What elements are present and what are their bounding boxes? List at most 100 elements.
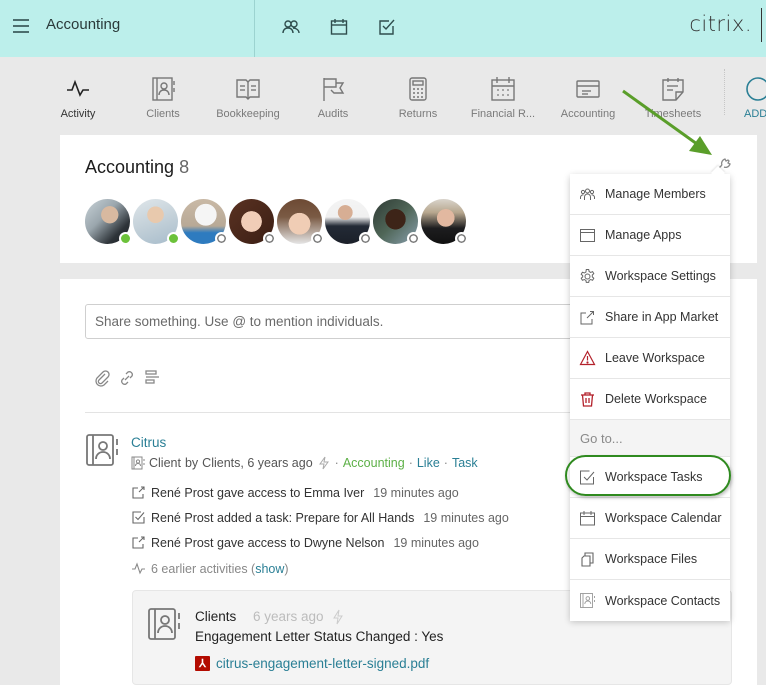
calendar-grid-icon [491,77,515,101]
avatar[interactable] [133,199,180,245]
menu-item-manage-apps[interactable]: Manage Apps [570,215,730,256]
avatar[interactable] [85,199,132,245]
hamburger-menu-icon[interactable] [13,19,29,33]
app-tab-label: Audits [317,108,349,120]
post-meta: Client by Clients, 6 years ago · Account… [131,456,478,470]
menu-item-label: Manage Members [605,187,706,201]
attachment-filename: citrus-engagement-letter-signed.pdf [216,656,430,671]
meta-separator: · [334,456,339,470]
citrix-logo: citrix. [689,12,752,36]
pdf-icon: ⅄ [195,656,210,671]
activity-time: 19 minutes ago [423,510,509,525]
add-app-label: ADD [744,108,766,120]
avatar[interactable] [325,199,372,245]
app-tab-label: Clients [146,108,180,120]
apps-bar: Activity Clients Bookkeeping Audits Retu… [0,57,766,129]
menu-item-workspace-files[interactable]: Workspace Files [570,539,730,580]
show-earlier-link[interactable]: show [255,562,284,576]
app-tab-activity[interactable]: Activity [36,75,120,120]
app-tab-clients[interactable]: Clients [121,75,205,120]
meta-separator: · [408,456,413,470]
menu-item-share-app-market[interactable]: Share in App Market [570,297,730,338]
avatar[interactable] [421,199,468,245]
like-link[interactable]: Like [417,456,440,470]
lightning-icon [333,609,343,625]
earlier-activities: 6 earlier activities (show) [131,561,289,576]
activity-text: René Prost gave access to Dwyne Nelson [151,535,385,550]
activity-text: René Prost gave access to Emma Iver [151,485,365,500]
app-tab-label: Returns [398,108,438,120]
status-offline-indicator [407,232,420,245]
task-check-icon [580,470,595,484]
app-tab-label: Accounting [560,108,616,120]
menu-item-workspace-settings[interactable]: Workspace Settings [570,256,730,297]
menu-item-label: Share in App Market [605,310,719,324]
add-circle-icon [746,77,766,101]
app-tab-financial-reports[interactable]: Financial R... [461,75,545,120]
app-tab-returns[interactable]: Returns [376,75,460,120]
post-type: Client [149,456,181,470]
card-icon [576,80,600,98]
post-by: by [184,456,199,470]
share-input[interactable] [85,304,605,339]
status-offline-indicator [455,232,468,245]
app-tab-label: Timesheets [644,108,702,120]
status-offline-indicator [359,232,372,245]
workspace-options-menu: Manage Members Manage Apps Workspace Set… [570,165,730,621]
text-format-icon[interactable] [143,369,161,387]
composer-toolbar [93,369,161,387]
task-link[interactable]: Task [452,456,478,470]
calendar-icon [580,510,595,525]
nested-post-time: 6 years ago [253,609,324,624]
status-online-indicator [167,232,180,245]
workspace-name-text: Accounting [85,157,175,177]
workspace-title: Accounting [46,16,121,33]
link-icon[interactable] [118,369,136,387]
post-title-link[interactable]: Citrus [131,435,166,450]
note-icon [662,78,684,101]
members-icon [580,188,595,200]
menu-item-workspace-calendar[interactable]: Workspace Calendar [570,498,730,539]
avatar[interactable] [277,199,324,245]
contacts-book-icon [580,593,595,608]
avatar[interactable] [229,199,276,245]
menu-item-label: Workspace Settings [605,269,716,283]
nested-post-text: Engagement Letter Status Changed : Yes [195,629,444,644]
member-count: 8 [179,157,190,177]
member-avatars [85,199,469,245]
calendar-icon[interactable] [329,17,349,37]
app-tab-bookkeeping[interactable]: Bookkeeping [206,75,290,120]
menu-item-workspace-tasks[interactable]: Workspace Tasks [570,457,730,498]
lightning-icon [318,456,329,470]
contacts-book-icon [86,434,118,466]
earlier-suffix: ) [284,561,289,576]
apps-separator [724,69,725,115]
app-tab-accounting[interactable]: Accounting [546,75,630,120]
app-tab-timesheets[interactable]: Timesheets [631,75,715,120]
avatar[interactable] [373,199,420,245]
warning-icon [579,349,596,365]
menu-item-label: Workspace Files [605,552,698,566]
tasks-icon[interactable] [377,17,397,37]
activity-text: René Prost added a task: Prepare for All… [151,510,415,525]
open-book-icon [236,79,260,100]
meta-separator: · [443,456,448,470]
workspace-name: Accounting 8 [85,157,189,178]
avatar[interactable] [181,199,228,245]
earlier-count: 6 earlier activities ( [151,561,256,576]
add-app-button[interactable]: ADD [744,75,766,120]
workspace-link[interactable]: Accounting [343,456,405,470]
menu-item-label: Workspace Tasks [605,470,703,484]
files-icon [581,551,594,567]
members-icon[interactable] [281,17,301,37]
menu-item-manage-members[interactable]: Manage Members [570,174,730,215]
post-source: Clients, 6 years ago [202,456,313,470]
attachment-icon[interactable] [93,369,111,387]
menu-item-workspace-contacts[interactable]: Workspace Contacts [570,580,730,621]
app-tab-label: Bookkeeping [216,108,280,120]
menu-item-delete-workspace[interactable]: Delete Workspace [570,379,730,420]
app-tab-audits[interactable]: Audits [291,75,375,120]
menu-item-label: Workspace Contacts [605,593,721,608]
attachment-link[interactable]: ⅄ citrus-engagement-letter-signed.pdf [195,656,429,671]
menu-item-leave-workspace[interactable]: Leave Workspace [570,338,730,379]
